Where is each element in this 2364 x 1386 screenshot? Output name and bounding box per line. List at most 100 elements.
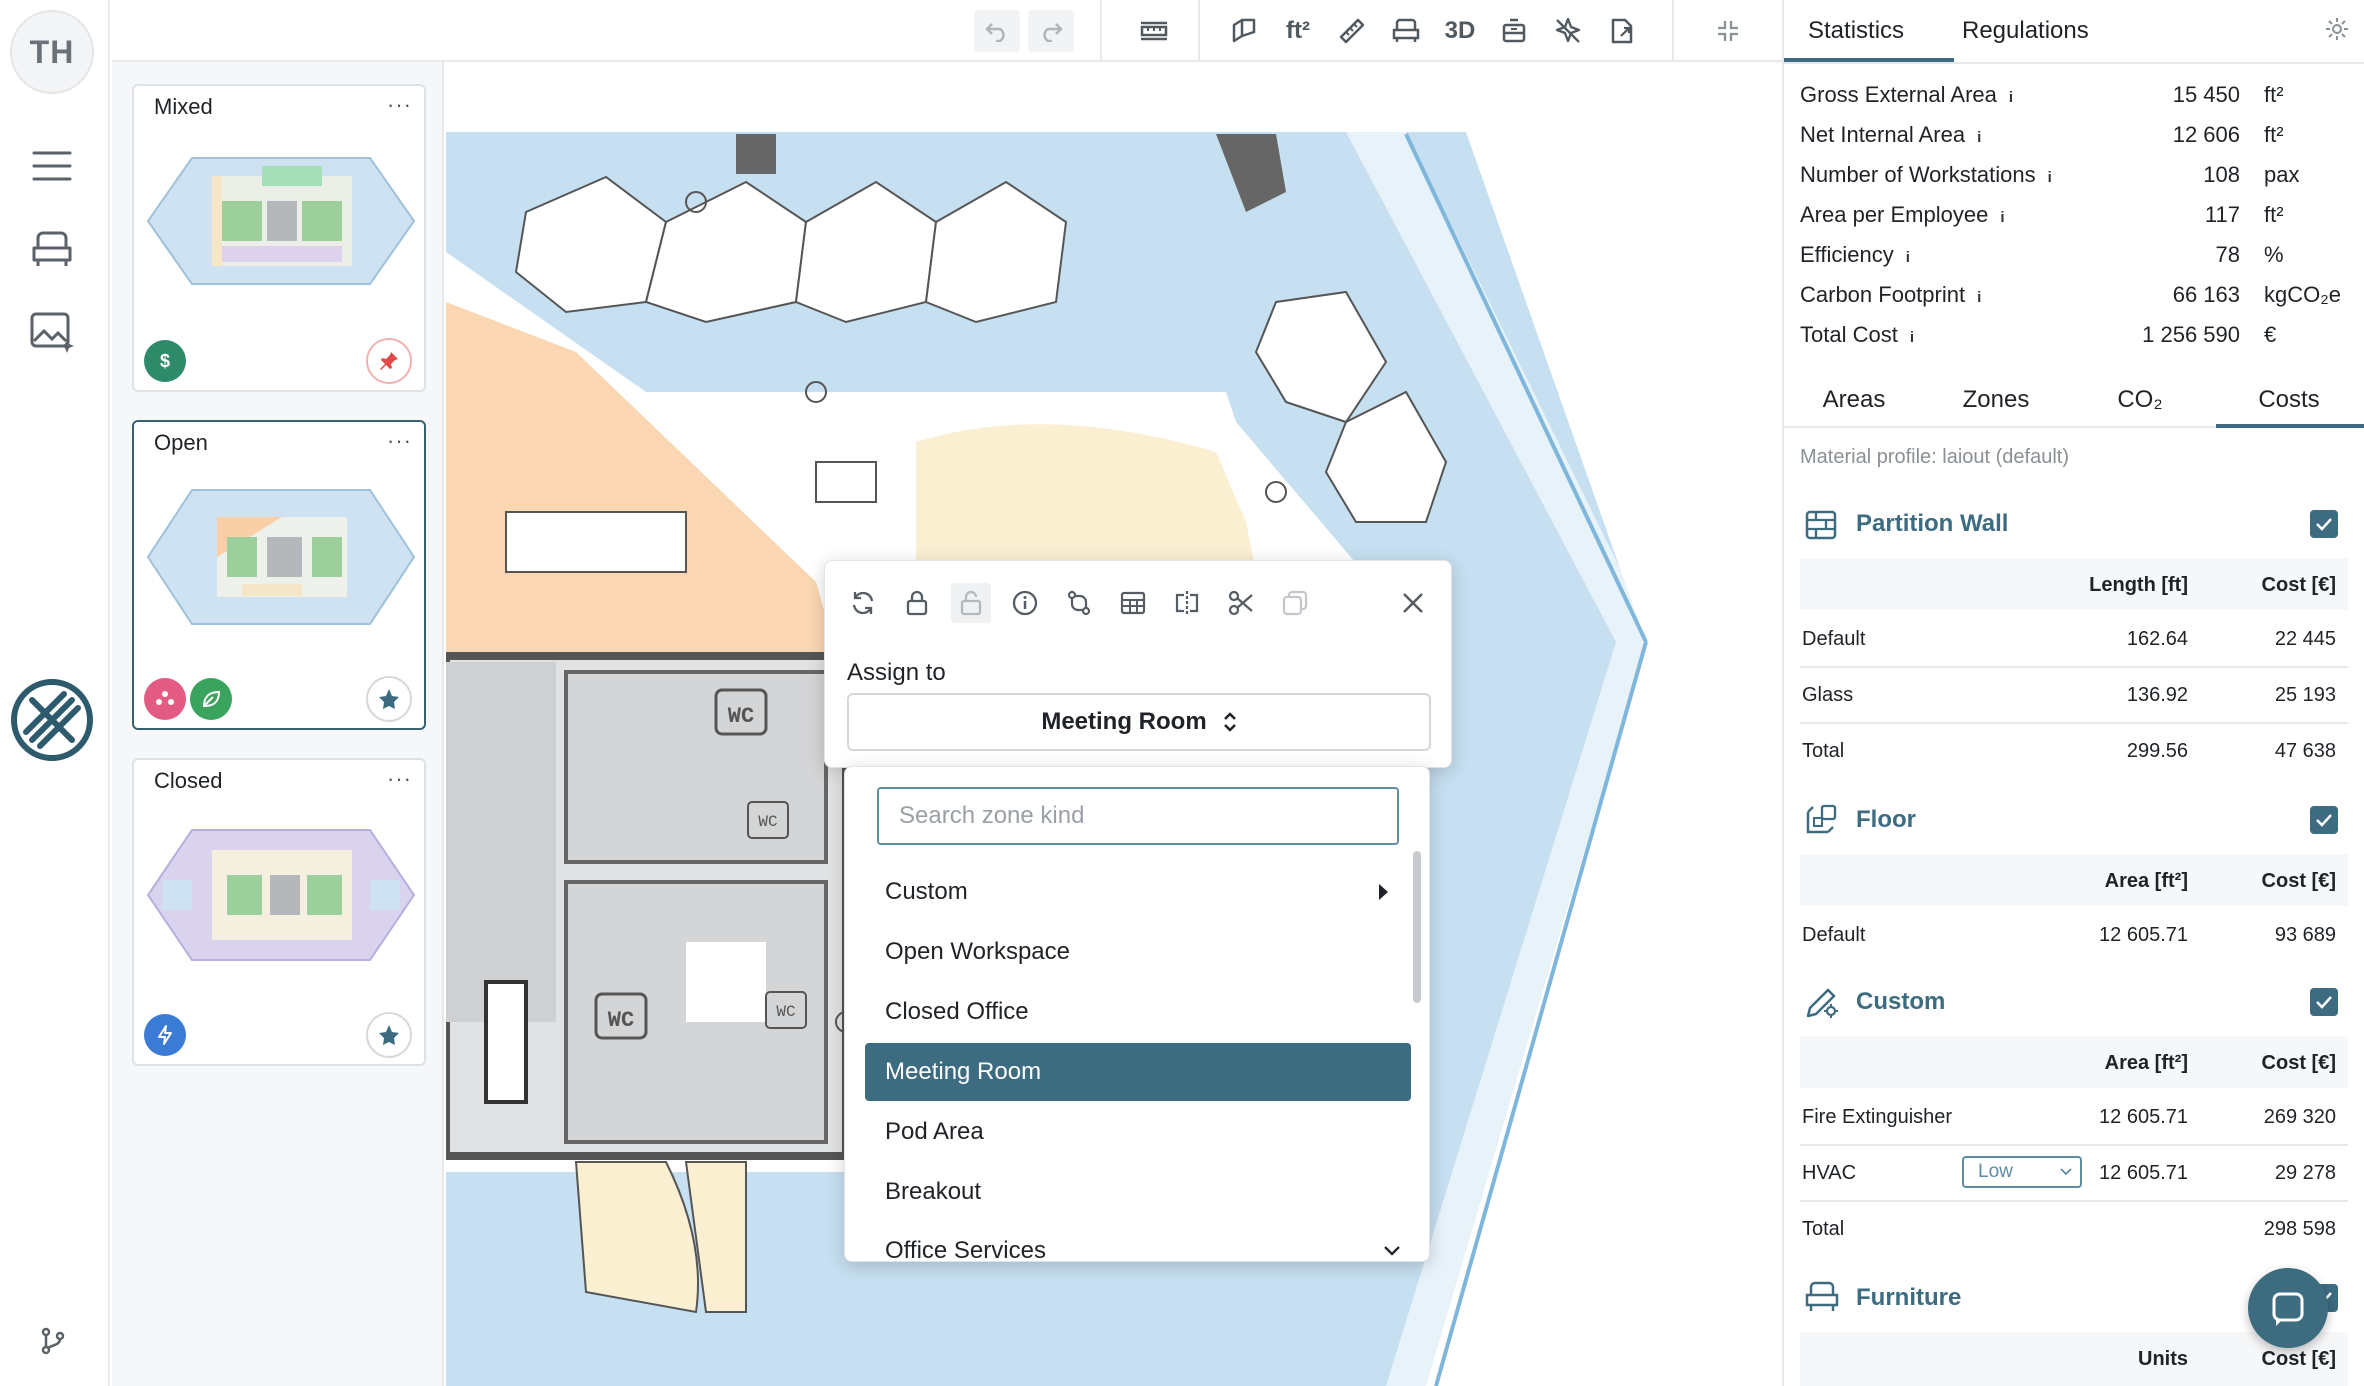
area-unit-toggle[interactable]: ft² <box>1276 10 1320 52</box>
section-checkbox[interactable] <box>2310 510 2338 538</box>
zone-option-pod-area[interactable]: Pod Area <box>865 1103 1411 1161</box>
svg-text:$: $ <box>160 351 170 371</box>
chat-support-button[interactable] <box>2248 1268 2328 1348</box>
option-label: Office Services <box>885 1237 1046 1262</box>
more-icon[interactable]: ··· <box>387 428 412 454</box>
unlock-icon[interactable] <box>951 583 991 623</box>
layers-icon[interactable] <box>1494 10 1534 52</box>
chevron-down-icon[interactable] <box>1383 1245 1401 1257</box>
ruler-icon[interactable] <box>1132 10 1176 52</box>
table-row: Total 298 598 <box>1802 1218 2336 1240</box>
statistics-panel: Statistics Regulations Gross External Ar… <box>1782 0 2364 1386</box>
floor-icon <box>1804 802 1840 838</box>
walls-icon[interactable] <box>1224 10 1264 52</box>
rotate-icon[interactable] <box>843 583 883 623</box>
more-icon[interactable]: ··· <box>387 92 412 118</box>
chevron-down-icon <box>2060 1168 2072 1176</box>
zone-option-office-services[interactable]: Office Services <box>865 1223 1411 1262</box>
tab-regulations[interactable]: Regulations <box>1962 0 2089 62</box>
scissors-icon[interactable] <box>1221 583 1261 623</box>
table-icon[interactable] <box>1113 583 1153 623</box>
swap-icon[interactable] <box>1059 583 1099 623</box>
furniture-icon <box>1804 1280 1840 1314</box>
pin-icon[interactable] <box>366 338 412 384</box>
more-icon[interactable]: ··· <box>387 766 412 792</box>
section-title: Custom <box>1856 988 1946 1015</box>
image-ai-icon[interactable] <box>22 302 82 362</box>
sparkle-off-icon[interactable] <box>1548 10 1588 52</box>
info-icon[interactable]: i <box>2000 209 2004 226</box>
git-branch-icon[interactable] <box>38 1326 68 1356</box>
zone-kind-value: Meeting Room <box>1041 708 1207 735</box>
export-file-icon[interactable] <box>1602 10 1642 52</box>
tab-statistics[interactable]: Statistics <box>1808 0 1904 62</box>
star-icon[interactable] <box>366 676 412 722</box>
variant-card-open[interactable]: Open ··· <box>132 420 426 730</box>
active-subtab-indicator <box>2216 424 2364 428</box>
stat-area-per-employee: Area per Employee i 117 ft² <box>1800 202 2284 227</box>
wc-label: WC <box>608 1008 634 1033</box>
undo-icon[interactable] <box>974 10 1020 52</box>
view-3d-toggle[interactable]: 3D <box>1438 10 1482 52</box>
table-row: Default 12 605.71 93 689 <box>1802 924 2336 946</box>
wc-label: WC <box>776 1003 795 1021</box>
measure-icon[interactable] <box>1332 10 1372 52</box>
option-label: Custom <box>885 878 968 905</box>
subtab-zones[interactable]: Zones <box>1924 372 2068 428</box>
dropdown-scrollbar[interactable] <box>1413 851 1421 1003</box>
info-icon[interactable]: i <box>1977 289 1981 306</box>
variant-title: Open <box>154 430 208 455</box>
close-icon[interactable] <box>1393 583 1433 623</box>
zone-option-closed-office[interactable]: Closed Office <box>865 983 1411 1041</box>
stat-total-cost: Total Cost i 1 256 590 € <box>1800 322 2277 347</box>
mirror-icon[interactable] <box>1167 583 1207 623</box>
subtab-costs[interactable]: Costs <box>2212 372 2364 428</box>
left-rail: TH <box>0 0 110 1386</box>
zone-option-custom[interactable]: Custom <box>865 863 1411 921</box>
info-icon[interactable] <box>1005 583 1045 623</box>
collapse-icon[interactable] <box>1708 10 1748 52</box>
search-zone-input[interactable] <box>877 787 1399 845</box>
section-title: Partition Wall <box>1856 510 2009 537</box>
table-header: Area [ft²] Cost [€] <box>1800 1036 2348 1088</box>
star-icon[interactable] <box>366 1012 412 1058</box>
lock-icon[interactable] <box>897 583 937 623</box>
redo-icon[interactable] <box>1028 10 1074 52</box>
user-avatar[interactable]: TH <box>10 10 94 94</box>
info-icon[interactable]: i <box>1977 129 1981 146</box>
furniture-icon[interactable] <box>22 220 82 280</box>
settings-gear-icon[interactable] <box>2324 16 2350 42</box>
zone-option-breakout[interactable]: Breakout <box>865 1163 1411 1221</box>
section-checkbox[interactable] <box>2310 806 2338 834</box>
variant-card-mixed[interactable]: Mixed ··· $ <box>132 84 426 392</box>
table-row: Default 162.64 22 445 <box>1800 612 2348 668</box>
variant-card-closed[interactable]: Closed ··· <box>132 758 426 1066</box>
info-icon[interactable]: i <box>1906 249 1910 266</box>
assign-popup: Assign to Meeting Room <box>824 560 1452 768</box>
zone-kind-select[interactable]: Meeting Room <box>847 693 1431 751</box>
subtab-areas[interactable]: Areas <box>1784 372 1924 428</box>
submenu-arrow-icon <box>1377 883 1389 901</box>
table-row: Glass 136.92 25 193 <box>1800 668 2348 724</box>
table-header: Length [ft] Cost [€] <box>1800 558 2348 610</box>
wc-label: WC <box>728 704 754 729</box>
top-toolbar: ft² 3D <box>112 0 1782 62</box>
partition-wall-icon <box>1804 508 1838 542</box>
duplicate-icon[interactable] <box>1275 583 1315 623</box>
toolbar-divider <box>1100 0 1102 62</box>
furniture-icon[interactable] <box>1386 10 1426 52</box>
menu-icon[interactable] <box>22 136 82 196</box>
table-row: HVAC Low 12 605.71 29 278 <box>1800 1146 2348 1202</box>
info-icon[interactable]: i <box>1910 329 1914 346</box>
subtab-co2[interactable]: CO₂ <box>2068 372 2212 428</box>
variant-thumbnail <box>142 820 420 970</box>
hvac-level-select[interactable]: Low <box>1962 1156 2082 1188</box>
info-icon[interactable]: i <box>2009 89 2013 106</box>
variant-thumbnail <box>142 146 420 296</box>
section-checkbox[interactable] <box>2310 988 2338 1016</box>
assign-label: Assign to <box>847 659 946 686</box>
zone-option-meeting-room[interactable]: Meeting Room <box>865 1043 1411 1101</box>
info-icon[interactable]: i <box>2048 169 2052 186</box>
wc-label: WC <box>758 813 777 831</box>
zone-option-open-workspace[interactable]: Open Workspace <box>865 923 1411 981</box>
